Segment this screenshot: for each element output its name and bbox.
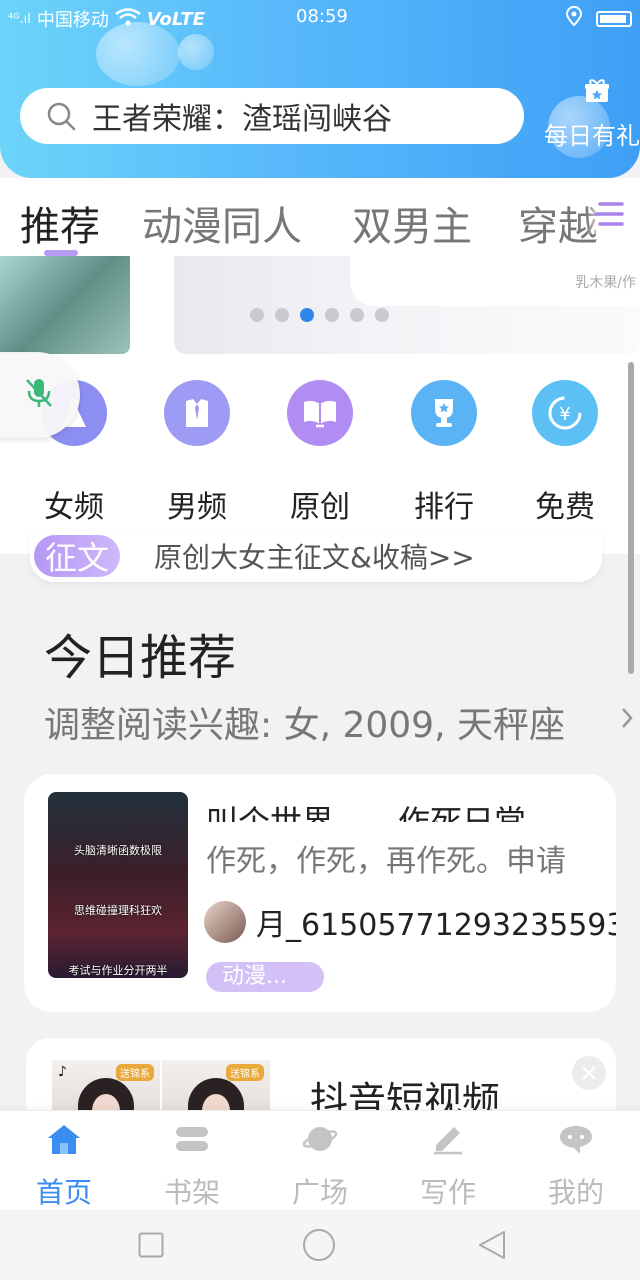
carousel-dot[interactable] — [300, 308, 314, 322]
carousel-dot[interactable] — [375, 308, 389, 322]
category-grid: 女频 男频 原创 排行 ¥ 免费 — [0, 360, 640, 554]
app-header: ⁴ᴳ.ıl 中国移动 VoLTE 08:59 王者荣耀：渣瑶闯峡谷 每日有礼 — [0, 0, 640, 178]
home-circle-icon[interactable] — [302, 1228, 336, 1266]
close-icon[interactable] — [572, 1056, 606, 1090]
book-card[interactable]: 头脑清晰函数极限 思维碰撞理科狂欢 考试与作业分开两半 叫个世界——作死日常 作… — [24, 774, 616, 1012]
daily-gift-button[interactable]: 每日有礼 — [544, 78, 640, 151]
recent-apps-icon[interactable] — [138, 1232, 164, 1262]
nav-bookshelf[interactable]: 书架 — [142, 1123, 242, 1211]
system-navigation-bar — [0, 1210, 640, 1280]
reading-interest-link[interactable]: 调整阅读兴趣: 女, 2009, 天秤座 — [44, 696, 634, 748]
nav-write[interactable]: 写作 — [398, 1123, 498, 1211]
cover-text: 头脑清晰函数极限 — [74, 844, 162, 857]
bookshelf-icon — [142, 1123, 242, 1157]
category-label: 女频 — [44, 490, 104, 525]
location-icon — [565, 5, 583, 31]
tab-recommend[interactable]: 推荐 — [20, 194, 100, 252]
banner-prev-image[interactable] — [0, 256, 130, 354]
contest-notice[interactable]: 征文 原创大女主征文&收稿>> — [30, 530, 602, 582]
home-icon — [14, 1123, 114, 1157]
category-label: 免费 — [535, 490, 595, 525]
nav-label: 书架 — [163, 1176, 220, 1209]
contest-badge: 征文 — [34, 535, 120, 577]
search-bar[interactable]: 王者荣耀：渣瑶闯峡谷 — [20, 88, 524, 144]
book-cover[interactable]: 头脑清晰函数极限 思维碰撞理科狂欢 考试与作业分开两半 — [48, 792, 188, 978]
book-description: 作死，作死，再作死。申请 — [206, 844, 566, 879]
menu-icon[interactable] — [586, 198, 630, 234]
planet-icon — [270, 1123, 370, 1157]
cover-text: 考试与作业分开两半 — [68, 964, 168, 977]
carrier-label: 中国移动 — [36, 10, 109, 31]
genre-tag[interactable]: 动漫... — [206, 962, 324, 992]
book-icon — [287, 380, 353, 446]
bottom-navigation: 首页 书架 广场 写作 我的 — [0, 1110, 640, 1210]
avatar — [204, 901, 246, 943]
search-placeholder: 王者荣耀：渣瑶闯峡谷 — [92, 102, 392, 137]
carousel-dot[interactable] — [350, 308, 364, 322]
tab-double-male[interactable]: 双男主 — [352, 194, 472, 252]
daily-gift-label: 每日有礼 — [544, 122, 640, 150]
banner-card: 乳木果/作 — [350, 256, 640, 306]
author-name: 月_615057712932355937 — [256, 908, 616, 943]
mic-off-icon — [24, 376, 54, 414]
shirt-icon — [164, 380, 230, 446]
nav-label: 首页 — [35, 1176, 92, 1209]
section-title: 今日推荐 — [44, 630, 237, 686]
yen-coin-icon: ¥ — [532, 380, 598, 446]
cover-text: 思维碰撞理科狂欢 — [74, 904, 162, 917]
search-icon — [46, 101, 76, 131]
battery-icon — [596, 10, 632, 27]
status-bar: ⁴ᴳ.ıl 中国移动 VoLTE 08:59 — [0, 0, 640, 34]
carousel-dot[interactable] — [250, 308, 264, 322]
banner-carousel[interactable]: 乳木果/作 — [0, 256, 640, 360]
category-free[interactable]: ¥ 免费 — [515, 380, 615, 526]
nav-label: 我的 — [547, 1176, 604, 1209]
clock: 08:59 — [296, 6, 348, 27]
decor-bubble — [178, 34, 214, 70]
nav-label: 广场 — [291, 1176, 348, 1209]
category-label: 排行 — [414, 490, 474, 525]
scrollbar[interactable] — [628, 362, 634, 674]
tiktok-icon: ♪ — [58, 1064, 67, 1080]
category-ranking[interactable]: 排行 — [394, 380, 494, 526]
svg-text:¥: ¥ — [559, 404, 570, 425]
volte-label: VoLTE — [146, 8, 205, 30]
nav-home[interactable]: 首页 — [14, 1123, 114, 1211]
category-original[interactable]: 原创 — [270, 380, 370, 526]
wifi-icon — [115, 7, 141, 31]
pen-icon — [398, 1123, 498, 1157]
category-label: 原创 — [290, 490, 350, 525]
nav-square[interactable]: 广场 — [270, 1123, 370, 1211]
thumb-tag: 送锦系 — [226, 1064, 264, 1081]
gift-icon — [584, 78, 640, 110]
chat-bubble-icon — [526, 1123, 626, 1157]
signal-icon: ⁴ᴳ.ıl — [8, 11, 31, 27]
nav-label: 写作 — [419, 1176, 476, 1209]
author-row[interactable]: 月_615057712932355937 — [204, 900, 616, 944]
category-label: 男频 — [167, 490, 227, 525]
tab-anime-fanfic[interactable]: 动漫同人 — [142, 194, 302, 252]
chevron-right-icon[interactable] — [620, 706, 634, 734]
banner-image[interactable]: 乳木果/作 — [174, 256, 640, 354]
thumb-tag: 送锦系 — [116, 1064, 154, 1081]
back-icon[interactable] — [478, 1230, 506, 1264]
category-tabs: 推荐 动漫同人 双男主 穿越 — [0, 178, 640, 256]
book-title: 叫个世界——作死日常 — [206, 803, 527, 822]
nav-mine[interactable]: 我的 — [526, 1123, 626, 1211]
banner-credit: 乳木果/作 — [575, 275, 636, 291]
trophy-icon — [411, 380, 477, 446]
carousel-dot[interactable] — [325, 308, 339, 322]
carousel-dots — [250, 308, 389, 322]
carousel-dot[interactable] — [275, 308, 289, 322]
category-male[interactable]: 男频 — [147, 380, 247, 526]
contest-text: 原创大女主征文&收稿>> — [154, 541, 475, 574]
